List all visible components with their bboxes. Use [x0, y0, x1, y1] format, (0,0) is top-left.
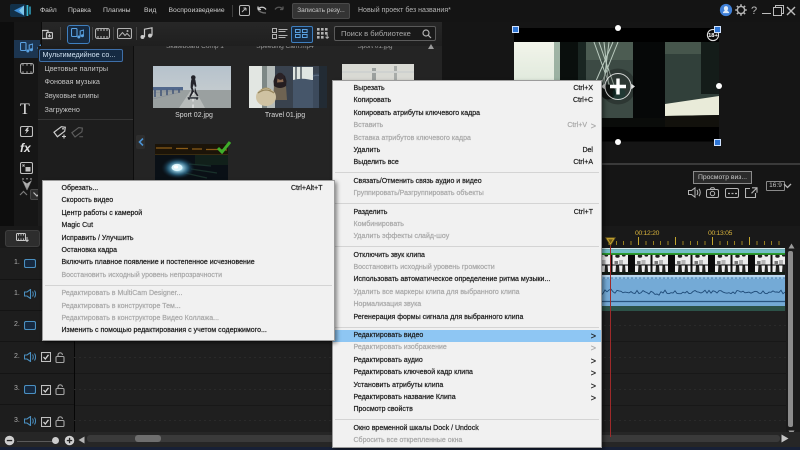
svg-text:18+: 18+	[708, 33, 718, 39]
